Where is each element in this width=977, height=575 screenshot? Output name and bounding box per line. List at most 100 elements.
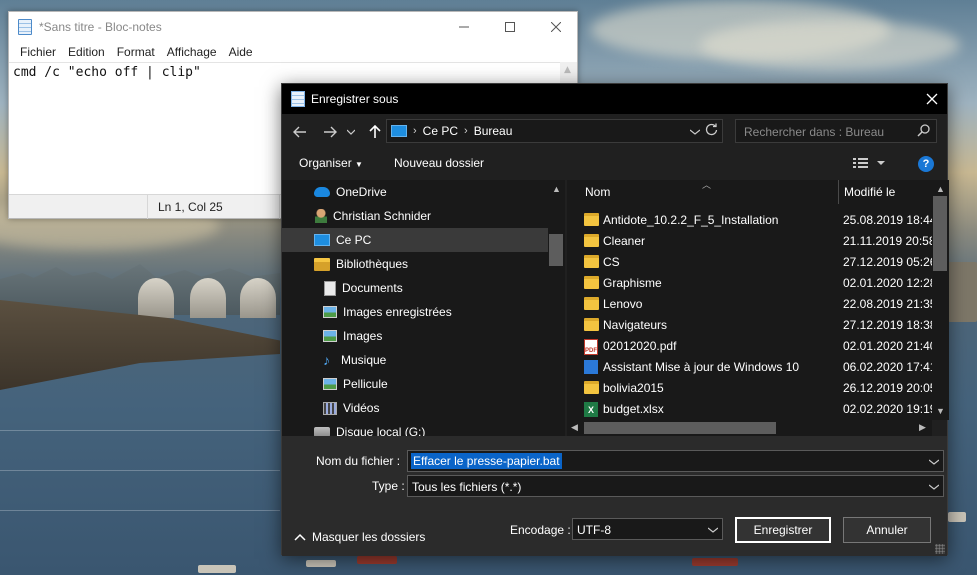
pc-icon <box>314 234 330 246</box>
chevron-down-icon[interactable] <box>928 454 940 468</box>
file-row[interactable]: Lenovo 22.08.2019 21:35 <box>567 294 932 315</box>
column-header-modified[interactable]: Modifié le <box>844 180 895 204</box>
file-row[interactable]: X budget.xlsx 02.02.2020 19:19 <box>567 399 932 420</box>
encoding-value: UTF-8 <box>577 523 611 537</box>
breadcrumb-ce-pc[interactable]: Ce PC <box>423 124 458 138</box>
tree-item-camera-roll[interactable]: Pellicule <box>282 372 548 396</box>
dialog-toolbar: Organiser ▼ Nouveau dossier <box>282 150 947 178</box>
disk-icon <box>314 427 330 436</box>
save-button[interactable]: Enregistrer <box>735 517 831 543</box>
tree-item-local-disk[interactable]: Disque local (G:) <box>282 420 548 436</box>
back-button[interactable] <box>289 122 311 142</box>
file-date: 02.01.2020 21:40 <box>843 339 932 353</box>
tree-item-documents[interactable]: Documents <box>282 276 548 300</box>
chevron-down-icon <box>689 129 701 135</box>
tree-item-images[interactable]: Images <box>282 324 548 348</box>
scroll-left-icon[interactable]: ◀ <box>571 422 578 433</box>
file-row[interactable]: bolivia2015 26.12.2019 20:05 <box>567 378 932 399</box>
search-icon <box>917 124 930 140</box>
file-type-value: Tous les fichiers (*.*) <box>412 480 522 494</box>
navigation-tree: OneDrive Christian Schnider Ce PC Biblio… <box>282 180 565 436</box>
library-icon <box>314 257 330 271</box>
column-header-name[interactable]: Nom <box>585 180 610 204</box>
scroll-up-icon[interactable]: ▲ <box>564 65 571 75</box>
tree-item-onedrive[interactable]: OneDrive <box>282 180 548 204</box>
file-row[interactable]: Graphisme 02.01.2020 12:28 <box>567 273 932 294</box>
folder-icon <box>584 276 599 289</box>
minimize-button[interactable] <box>441 12 487 42</box>
scroll-up-icon[interactable]: ▲ <box>552 184 561 194</box>
file-row[interactable]: Assistant Mise à jour de Windows 10 06.0… <box>567 357 932 378</box>
menu-format[interactable]: Format <box>112 45 160 59</box>
column-divider[interactable] <box>838 180 839 204</box>
file-name: budget.xlsx <box>603 402 664 416</box>
breadcrumb-bureau[interactable]: Bureau <box>474 124 513 138</box>
menu-aide[interactable]: Aide <box>224 45 258 59</box>
tree-item-videos[interactable]: Vidéos <box>282 396 548 420</box>
folder-icon <box>584 318 599 331</box>
hide-folders-toggle[interactable]: Masquer les dossiers <box>294 530 425 544</box>
cancel-button[interactable]: Annuler <box>843 517 931 543</box>
address-dropdown-button[interactable] <box>689 124 701 138</box>
close-button[interactable] <box>533 12 579 42</box>
tree-item-music[interactable]: ♪ Musique <box>282 348 548 372</box>
tree-item-libraries[interactable]: Bibliothèques <box>282 252 548 276</box>
file-row[interactable]: CS 27.12.2019 05:26 <box>567 252 932 273</box>
notepad-title: *Sans titre - Bloc-notes <box>39 20 162 34</box>
file-type-select[interactable]: Tous les fichiers (*.*) <box>407 475 944 497</box>
view-options-button[interactable] <box>853 157 885 172</box>
file-name: CS <box>603 255 620 269</box>
tree-scroll-thumb[interactable] <box>549 234 563 266</box>
file-row[interactable]: Navigateurs 27.12.2019 18:38 <box>567 315 932 336</box>
filename-input[interactable]: Effacer le presse-papier.bat <box>407 450 944 472</box>
folder-icon <box>584 381 599 394</box>
dialog-bottom-panel: Nom du fichier : Effacer le presse-papie… <box>282 436 947 556</box>
menu-affichage[interactable]: Affichage <box>162 45 222 59</box>
organize-button[interactable]: Organiser ▼ <box>299 156 363 170</box>
arrow-up-icon <box>369 125 381 138</box>
tree-item-label: Vidéos <box>343 401 380 415</box>
refresh-button[interactable] <box>705 123 718 139</box>
chevron-up-icon <box>294 533 306 541</box>
file-name: Assistant Mise à jour de Windows 10 <box>603 360 800 374</box>
chevron-down-icon <box>928 479 940 493</box>
maximize-button[interactable] <box>487 12 533 42</box>
dialog-titlebar[interactable]: Enregistrer sous <box>282 84 947 114</box>
file-list-vertical-thumb[interactable] <box>933 196 947 271</box>
forward-button[interactable] <box>319 122 341 142</box>
file-list-horizontal-thumb[interactable] <box>584 422 776 434</box>
tree-item-label: Images <box>343 329 383 343</box>
dialog-close-button[interactable] <box>917 84 947 114</box>
tree-item-user[interactable]: Christian Schnider <box>282 204 548 228</box>
file-name: Cleaner <box>603 234 646 248</box>
tree-scrollbar[interactable]: ▲ <box>548 180 565 436</box>
encoding-select[interactable]: UTF-8 <box>572 518 723 540</box>
help-icon[interactable]: ? <box>918 156 934 172</box>
file-date: 06.02.2020 17:41 <box>843 360 932 374</box>
file-row[interactable]: Antidote_10.2.2_F_5_Installation 25.08.2… <box>567 210 932 231</box>
scroll-up-icon[interactable]: ▲ <box>936 184 945 194</box>
search-input[interactable]: Rechercher dans : Bureau <box>735 119 937 143</box>
up-button[interactable] <box>364 122 386 142</box>
tree-item-ce-pc[interactable]: Ce PC <box>282 228 548 252</box>
menu-edition[interactable]: Edition <box>63 45 110 59</box>
video-icon <box>323 401 337 415</box>
new-folder-button[interactable]: Nouveau dossier <box>394 156 484 170</box>
scroll-right-icon[interactable]: ▶ <box>919 422 926 433</box>
dialog-title: Enregistrer sous <box>311 92 399 106</box>
file-name: Lenovo <box>603 297 643 311</box>
file-name: bolivia2015 <box>603 381 664 395</box>
menu-fichier[interactable]: Fichier <box>15 45 61 59</box>
file-row[interactable]: Cleaner 21.11.2019 20:58 <box>567 231 932 252</box>
notepad-titlebar[interactable]: *Sans titre - Bloc-notes <box>9 12 577 42</box>
scroll-down-icon[interactable]: ▼ <box>936 406 945 416</box>
resize-grip-icon[interactable] <box>935 544 945 554</box>
user-icon <box>315 209 327 223</box>
tree-item-saved-images[interactable]: Images enregistrées <box>282 300 548 324</box>
file-date: 21.11.2019 20:58 <box>843 234 932 248</box>
file-row[interactable]: PDF 02012020.pdf 02.01.2020 21:40 <box>567 336 932 357</box>
address-bar[interactable]: › Ce PC › Bureau <box>386 119 723 143</box>
notepad-icon <box>18 19 32 35</box>
file-name: Graphisme <box>603 276 662 290</box>
recent-locations-button[interactable] <box>344 122 358 142</box>
